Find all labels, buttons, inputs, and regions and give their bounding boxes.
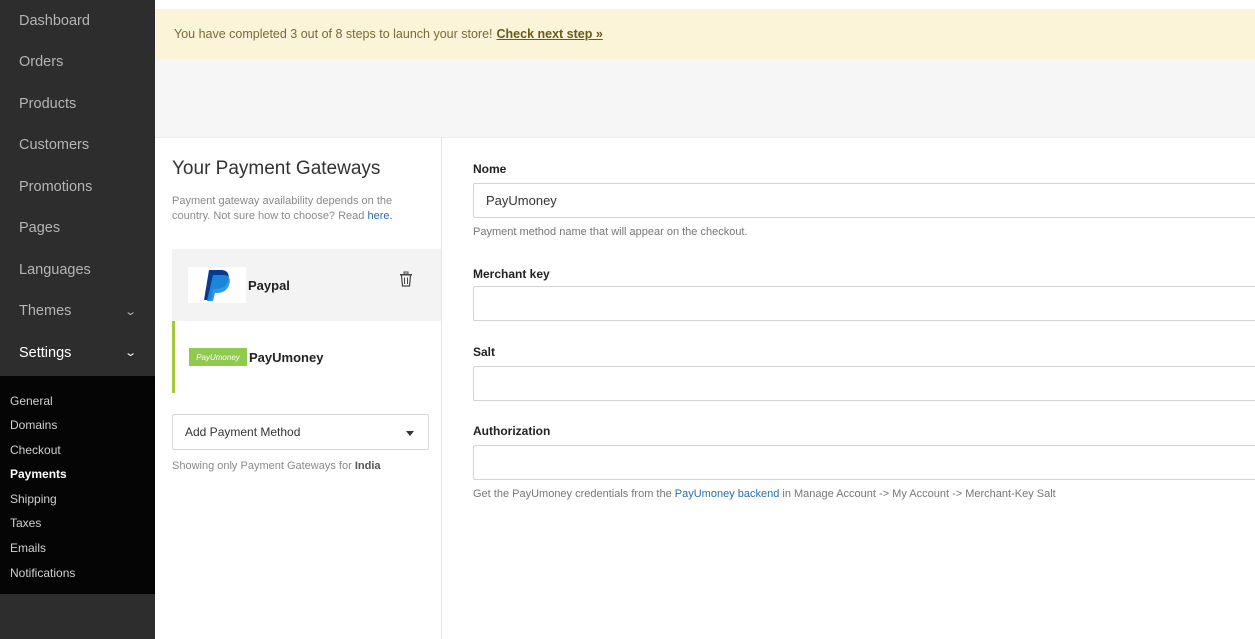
- gateway-item-paypal[interactable]: Paypal: [172, 249, 441, 321]
- name-label: Nome: [473, 162, 507, 176]
- credentials-help: Get the PayUmoney credentials from the P…: [473, 488, 1056, 500]
- submenu-item-general[interactable]: General: [0, 389, 155, 414]
- submenu-item-taxes[interactable]: Taxes: [0, 511, 155, 536]
- submenu-item-notifications[interactable]: Notifications: [0, 561, 155, 586]
- header-band: [155, 59, 1255, 138]
- chevron-down-icon: ⌄: [123, 305, 137, 318]
- check-next-step-link[interactable]: Check next step »: [497, 27, 603, 41]
- sidebar-item-promotions[interactable]: Promotions: [0, 166, 155, 208]
- gateways-description: Payment gateway availability depends on …: [172, 195, 393, 222]
- salt-label: Salt: [473, 345, 496, 359]
- payumoney-logo-icon: PayUmoney: [189, 348, 247, 366]
- submenu-item-shipping[interactable]: Shipping: [0, 487, 155, 512]
- payment-gateways-panel: Your Payment Gateways Payment gateway av…: [155, 138, 442, 639]
- add-payment-method-select[interactable]: Add Payment Method: [172, 414, 429, 450]
- banner-text: You have completed 3 out of 8 steps to l…: [174, 27, 493, 41]
- sidebar-item-customers[interactable]: Customers: [0, 125, 155, 167]
- gateway-item-payumoney[interactable]: PayUmoney PayUmoney: [172, 321, 441, 393]
- name-input[interactable]: [473, 183, 1255, 218]
- sidebar-item-themes[interactable]: Themes ⌄: [0, 291, 155, 333]
- trash-icon[interactable]: [399, 271, 413, 292]
- merchant-key-label: Merchant key: [473, 267, 550, 281]
- submenu-item-payments[interactable]: Payments: [0, 462, 155, 487]
- payumoney-backend-link[interactable]: PayUmoney backend: [675, 488, 780, 500]
- merchant-key-input[interactable]: [473, 286, 1255, 321]
- name-help: Payment method name that will appear on …: [473, 226, 748, 238]
- submenu-item-domains[interactable]: Domains: [0, 413, 155, 438]
- caret-down-icon: [406, 430, 414, 436]
- sidebar-item-languages[interactable]: Languages: [0, 249, 155, 291]
- sidebar: Dashboard Orders Products Customers Prom…: [0, 0, 155, 639]
- chevron-down-icon: ⌄: [123, 347, 137, 360]
- sidebar-item-pages[interactable]: Pages: [0, 208, 155, 250]
- salt-input[interactable]: [473, 366, 1255, 401]
- gateway-name: PayUmoney: [249, 349, 324, 365]
- sidebar-item-settings[interactable]: Settings ⌄: [0, 332, 155, 374]
- setup-progress-banner: You have completed 3 out of 8 steps to l…: [155, 9, 1255, 59]
- sidebar-item-products[interactable]: Products: [0, 83, 155, 125]
- gateways-title: Your Payment Gateways: [172, 158, 381, 179]
- settings-submenu: General Domains Checkout Payments Shippi…: [0, 375, 155, 595]
- read-here-link[interactable]: here.: [367, 210, 392, 222]
- submenu-item-emails[interactable]: Emails: [0, 536, 155, 561]
- paypal-logo-icon: [188, 267, 246, 303]
- sidebar-item-orders[interactable]: Orders: [0, 42, 155, 84]
- gateway-name: Paypal: [248, 277, 290, 293]
- submenu-item-checkout[interactable]: Checkout: [0, 438, 155, 463]
- gateways-country-note: Showing only Payment Gateways for India: [172, 460, 381, 472]
- authorization-label: Authorization: [473, 424, 551, 438]
- sidebar-item-dashboard[interactable]: Dashboard: [0, 0, 155, 42]
- authorization-input[interactable]: [473, 445, 1255, 480]
